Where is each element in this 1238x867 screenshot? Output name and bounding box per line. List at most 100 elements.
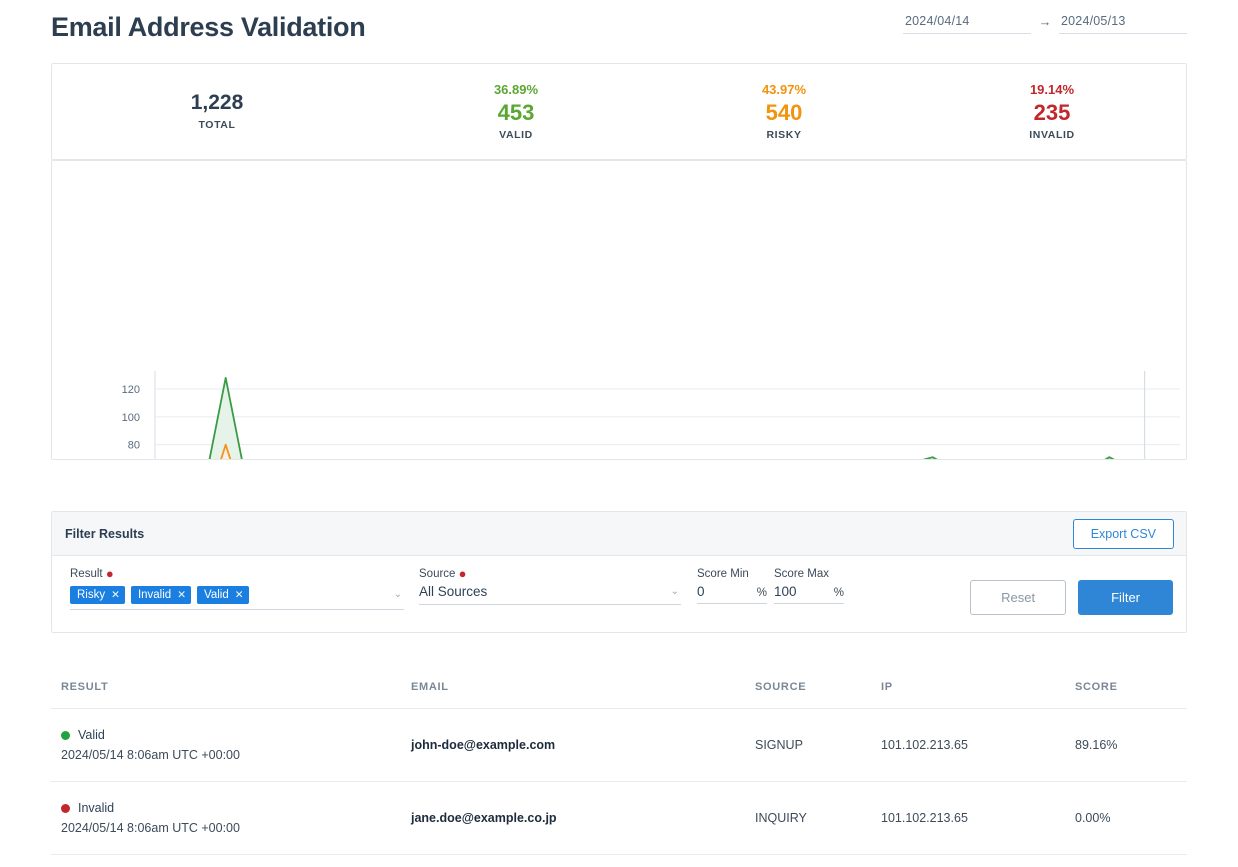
chart-line-risky	[155, 445, 1186, 459]
score-max-input[interactable]	[774, 584, 820, 599]
result-filter-label-text: Result	[70, 568, 103, 580]
page-title: Email Address Validation	[51, 12, 365, 43]
result-timestamp: 2024/05/14 8:06am UTC +00:00	[61, 821, 411, 835]
score-max-group: Score Max %	[774, 568, 844, 604]
table-row[interactable]: Valid 2024/05/14 8:06am UTC +00:00john-do…	[51, 708, 1187, 781]
filter-button[interactable]: Filter	[1078, 580, 1173, 615]
email-cell: john-doe@example.com	[411, 738, 755, 752]
table-column-header: EMAIL	[411, 681, 755, 693]
result-label: Invalid	[78, 801, 114, 815]
validation-trend-chart-card: 2040608010012013141516171819202122232425…	[51, 160, 1187, 460]
source-select[interactable]: All Sources ⌄	[419, 584, 681, 605]
source-select-value: All Sources	[419, 584, 487, 599]
result-chip[interactable]: Invalid ✕	[131, 586, 191, 604]
stat-value: 1,228	[52, 90, 382, 116]
y-axis-tick-label: 120	[122, 384, 140, 396]
email-cell: jane.doe@example.co.jp	[411, 811, 755, 825]
stat-value: 235	[918, 100, 1186, 126]
table-row[interactable]: Invalid 2024/05/14 8:06am UTC +00:00jane.…	[51, 781, 1187, 854]
source-filter-label-text: Source	[419, 568, 455, 580]
chart-area: 2040608010012013141516171819202122232425…	[52, 161, 1186, 459]
app-page: Email Address Validation 2024/04/14 → 20…	[0, 0, 1238, 867]
stat-percent: 19.14%	[918, 80, 1186, 100]
stat-percent: 36.89%	[382, 80, 650, 100]
result-label: Valid	[78, 728, 105, 742]
filter-results-panel: Filter Results Export CSV Result ● Risky…	[51, 511, 1187, 633]
score-min-label: Score Min	[697, 568, 767, 580]
table-row[interactable]	[51, 854, 1187, 866]
result-chip[interactable]: Risky ✕	[70, 586, 125, 604]
date-to-input[interactable]: 2024/05/13	[1059, 14, 1187, 34]
date-from-input[interactable]: 2024/04/14	[903, 14, 1031, 34]
percent-sign: %	[834, 587, 844, 599]
table-column-header: RESULT	[51, 681, 411, 693]
filter-title: Filter Results	[65, 527, 144, 541]
required-marker-icon: ●	[106, 566, 114, 581]
result-filter-group: Result ● Risky ✕ Invalid ✕ Valid ✕ ⌄	[70, 568, 404, 610]
stat-valid: 36.89%453VALID	[382, 80, 650, 144]
source-filter-label: Source ●	[419, 568, 681, 580]
chip-label: Invalid	[138, 589, 171, 601]
score-min-group: Score Min %	[697, 568, 767, 604]
results-table: RESULTEMAILSOURCEIPSCORE Valid 2024/05/14…	[51, 666, 1187, 866]
status-valid-icon	[61, 731, 70, 740]
chart-line-total	[155, 378, 1186, 459]
chevron-down-icon[interactable]: ⌄	[394, 589, 404, 600]
chart-area-risky	[155, 445, 1186, 459]
page-header: Email Address Validation 2024/04/14 → 20…	[0, 0, 1238, 60]
result-cell: Valid 2024/05/14 8:06am UTC +00:00	[51, 728, 411, 762]
score-cell: 89.16%	[1075, 738, 1187, 752]
status-invalid-icon	[61, 804, 70, 813]
source-cell: INQUIRY	[755, 811, 881, 825]
stat-value: 540	[650, 100, 918, 126]
score-min-field[interactable]: %	[697, 584, 767, 604]
table-column-header: SCORE	[1075, 681, 1187, 693]
result-filter-label: Result ●	[70, 568, 404, 580]
score-max-field[interactable]: %	[774, 584, 844, 604]
stats-summary-card: 1,228TOTAL36.89%453VALID43.97%540RISKY19…	[51, 63, 1187, 160]
validation-trend-chart: 2040608010012013141516171819202122232425…	[52, 161, 1186, 459]
chip-remove-icon[interactable]: ✕	[177, 589, 186, 601]
date-range-picker[interactable]: 2024/04/14 → 2024/05/13	[903, 14, 1187, 34]
filter-header: Filter Results Export CSV	[52, 512, 1186, 556]
source-filter-group: Source ● All Sources ⌄	[419, 568, 681, 605]
stat-percent: 43.97%	[650, 80, 918, 100]
stat-value: 453	[382, 100, 650, 126]
stat-label: TOTAL	[52, 116, 382, 134]
ip-cell: 101.102.213.65	[881, 738, 1075, 752]
stat-label: RISKY	[650, 126, 918, 144]
required-marker-icon: ●	[459, 566, 467, 581]
export-csv-button[interactable]: Export CSV	[1073, 519, 1174, 549]
stat-label: INVALID	[918, 126, 1186, 144]
table-column-header: IP	[881, 681, 1075, 693]
stat-risky: 43.97%540RISKY	[650, 80, 918, 144]
score-cell: 0.00%	[1075, 811, 1187, 825]
result-chip[interactable]: Valid ✕	[197, 586, 249, 604]
score-min-input[interactable]	[697, 584, 743, 599]
percent-sign: %	[757, 587, 767, 599]
result-cell: Invalid 2024/05/14 8:06am UTC +00:00	[51, 801, 411, 835]
reset-button[interactable]: Reset	[970, 580, 1066, 615]
table-header-row: RESULTEMAILSOURCEIPSCORE	[51, 666, 1187, 708]
result-status: Valid	[61, 728, 411, 742]
result-status: Invalid	[61, 801, 411, 815]
chip-remove-icon[interactable]: ✕	[235, 589, 244, 601]
result-multiselect[interactable]: Risky ✕ Invalid ✕ Valid ✕ ⌄	[70, 584, 404, 610]
filter-body: Result ● Risky ✕ Invalid ✕ Valid ✕ ⌄ Source ●…	[52, 556, 1186, 633]
table-body: Valid2024/05/14 8:06am UTC +00:00john-do…	[51, 708, 1187, 866]
result-timestamp: 2024/05/14 8:06am UTC +00:00	[61, 748, 411, 762]
filter-actions: Reset Filter	[970, 580, 1173, 615]
score-max-label: Score Max	[774, 568, 844, 580]
chip-label: Risky	[77, 589, 105, 601]
y-axis-tick-label: 80	[128, 440, 140, 452]
chart-area-total	[155, 378, 1186, 459]
chevron-down-icon[interactable]: ⌄	[671, 586, 681, 597]
ip-cell: 101.102.213.65	[881, 811, 1075, 825]
table-column-header: SOURCE	[755, 681, 881, 693]
source-cell: SIGNUP	[755, 738, 881, 752]
chip-remove-icon[interactable]: ✕	[111, 589, 120, 601]
date-range-arrow-icon: →	[1031, 14, 1059, 34]
chip-label: Valid	[204, 589, 229, 601]
stat-invalid: 19.14%235INVALID	[918, 80, 1186, 144]
result-chips: Risky ✕ Invalid ✕ Valid ✕	[70, 586, 249, 604]
